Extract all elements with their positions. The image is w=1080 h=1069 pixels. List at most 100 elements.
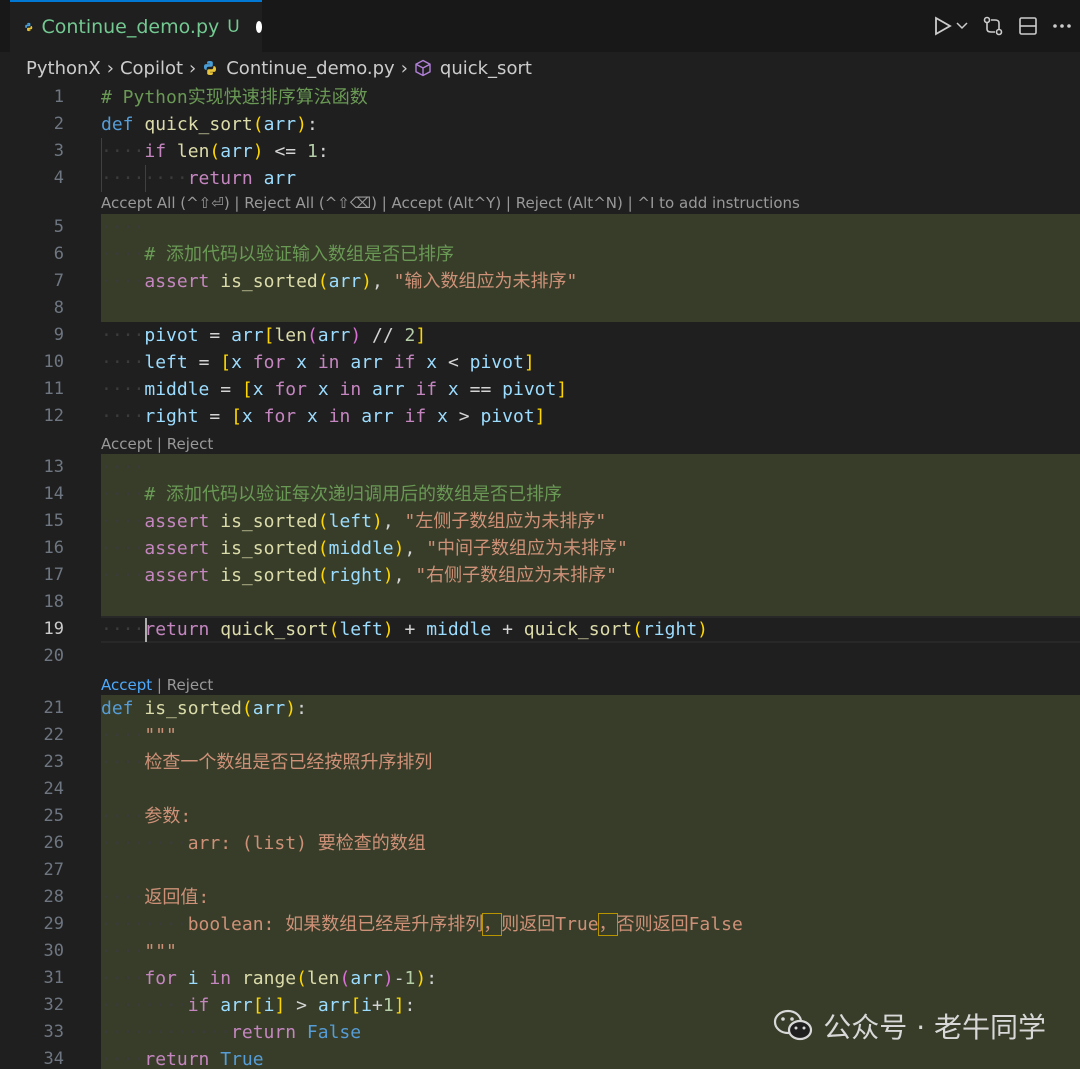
code-line: 9 ····pivot = arr[len(arr) // 2] <box>0 322 1080 349</box>
line-number: 24 <box>43 779 64 799</box>
line-number: 23 <box>43 752 64 772</box>
line-number: 9 <box>53 325 64 345</box>
code-line-added: 28 ····返回值: <box>0 884 1080 911</box>
line-content: ····pivot = arr[len(arr) // 2] <box>101 325 427 346</box>
line-number: 12 <box>43 406 64 426</box>
line-number: 6 <box>53 244 64 264</box>
code-line-added: 26 ········arr: (list) 要检查的数组 <box>0 830 1080 857</box>
tab-filename: Continue_demo.py <box>41 16 220 38</box>
wechat-icon <box>774 1009 813 1041</box>
code-line-added: 15 ····assert is_sorted(left), "左侧子数组应为未… <box>0 508 1080 535</box>
reject-button[interactable]: Reject <box>167 435 214 453</box>
code-editor[interactable]: 1 # Python实现快速排序算法函数 2 def quick_sort(ar… <box>0 84 1080 1069</box>
line-number: 34 <box>43 1049 64 1069</box>
line-content: ····""" <box>101 725 177 746</box>
chevron-right-icon: › <box>106 57 114 79</box>
line-content: def quick_sort(arr): <box>101 114 318 135</box>
line-content: ····right = [x for x in arr if x > pivot… <box>101 406 546 427</box>
line-content: ····assert is_sorted(arr), "输入数组应为未排序" <box>101 271 578 292</box>
code-line-added: 31 ····for i in range(len(arr)-1): <box>0 965 1080 992</box>
line-content: ····return True <box>101 1049 264 1069</box>
line-content: ····middle = [x for x in arr if x == piv… <box>101 379 568 400</box>
line-content: ····返回值: <box>101 887 210 908</box>
line-content: ····if len(arr) <= 1: <box>101 141 329 162</box>
play-icon <box>935 16 952 36</box>
line-number: 27 <box>43 860 64 880</box>
code-line-added: 17 ····assert is_sorted(right), "右侧子数组应为… <box>0 562 1080 589</box>
python-file-icon <box>25 22 33 32</box>
code-line-added: 29 ········boolean: 如果数组已经是升序排列，则返回True，… <box>0 911 1080 938</box>
line-number: 29 <box>43 914 64 934</box>
line-content: ···· <box>101 217 145 238</box>
line-number: 26 <box>43 833 64 853</box>
code-line-added: 30 ····""" <box>0 938 1080 965</box>
code-line-added: 7 ····assert is_sorted(arr), "输入数组应为未排序" <box>0 268 1080 295</box>
line-content: ············return False <box>101 1022 362 1043</box>
line-content: # Python实现快速排序算法函数 <box>101 87 368 108</box>
code-line: 2 def quick_sort(arr): <box>0 111 1080 138</box>
line-number: 30 <box>43 941 64 961</box>
line-number: 5 <box>53 217 64 237</box>
breadcrumb-folder-pythonx[interactable]: PythonX <box>26 58 101 79</box>
code-line-added: 25 ····参数: <box>0 803 1080 830</box>
code-line-added: 14 ····# 添加代码以验证每次递归调用后的数组是否已排序 <box>0 481 1080 508</box>
untracked-badge: U <box>227 17 240 37</box>
code-line: 10 ····left = [x for x in arr if x < piv… <box>0 349 1080 376</box>
code-line-added: 16 ····assert is_sorted(middle), "中间子数组应… <box>0 535 1080 562</box>
editor-actions <box>934 10 1072 42</box>
line-number: 1 <box>53 87 64 107</box>
code-line-added: 24 <box>0 776 1080 803</box>
line-number: 31 <box>43 968 64 988</box>
line-number: 21 <box>43 698 64 718</box>
code-line: 12 ····right = [x for x in arr if x > pi… <box>0 403 1080 430</box>
line-content: def is_sorted(arr): <box>101 698 307 719</box>
more-actions-icon[interactable] <box>1052 23 1072 29</box>
unsaved-dot-icon[interactable] <box>255 21 262 33</box>
line-number: 19 <box>43 619 64 639</box>
tab-continue-demo[interactable]: Continue_demo.py U <box>10 0 262 52</box>
code-line: 1 # Python实现快速排序算法函数 <box>0 84 1080 111</box>
line-content: ····""" <box>101 941 177 962</box>
reject-button[interactable]: Reject <box>167 676 214 694</box>
line-number: 22 <box>43 725 64 745</box>
line-content: ····left = [x for x in arr if x < pivot] <box>101 352 535 373</box>
code-line: 20 <box>0 643 1080 670</box>
line-content: ········arr: (list) 要检查的数组 <box>101 833 426 854</box>
line-content: ····# 添加代码以验证每次递归调用后的数组是否已排序 <box>101 484 563 505</box>
line-number: 16 <box>43 538 64 558</box>
line-number: 25 <box>43 806 64 826</box>
breadcrumb-file[interactable]: Continue_demo.py <box>226 58 394 79</box>
inline-diff-actions: Accept | Reject <box>101 435 214 453</box>
line-number: 7 <box>53 271 64 291</box>
run-button[interactable] <box>934 16 968 36</box>
compare-changes-icon[interactable] <box>982 15 1004 37</box>
accept-button[interactable]: Accept <box>101 676 152 694</box>
chevron-right-icon: › <box>189 57 197 79</box>
accept-button[interactable]: Accept <box>101 435 152 453</box>
line-number: 33 <box>43 1022 64 1042</box>
split-editor-icon[interactable] <box>1018 16 1038 36</box>
inline-diff-actions[interactable]: Accept All (^⇧⏎) | Reject All (^⇧⌫) | Ac… <box>101 193 800 213</box>
symbol-method-icon <box>415 59 431 77</box>
line-number: 11 <box>43 379 64 399</box>
line-content: ····assert is_sorted(left), "左侧子数组应为未排序" <box>101 511 607 532</box>
breadcrumb-symbol[interactable]: quick_sort <box>440 58 532 79</box>
line-content: ···· <box>101 457 145 478</box>
chevron-down-icon[interactable] <box>956 21 968 31</box>
inline-diff-actions: Accept | Reject <box>101 676 214 694</box>
code-line-added: 13 ···· <box>0 454 1080 481</box>
line-number: 18 <box>43 592 64 612</box>
line-number: 20 <box>43 646 64 666</box>
code-line: 11 ····middle = [x for x in arr if x == … <box>0 376 1080 403</box>
chevron-right-icon: › <box>400 57 408 79</box>
watermark: 公众号 · 老牛同学 <box>773 1004 1046 1048</box>
code-line-added: 34 ····return True <box>0 1046 1080 1069</box>
watermark-text: 公众号 · 老牛同学 <box>823 1011 1046 1044</box>
line-number: 3 <box>53 141 64 161</box>
code-line-added: 21 def is_sorted(arr): <box>0 695 1080 722</box>
line-number: 8 <box>53 298 64 318</box>
breadcrumb-folder-copilot[interactable]: Copilot <box>120 58 183 79</box>
code-line-added: 27 <box>0 857 1080 884</box>
line-number: 4 <box>53 168 64 188</box>
line-content: ····assert is_sorted(middle), "中间子数组应为未排… <box>101 538 628 559</box>
